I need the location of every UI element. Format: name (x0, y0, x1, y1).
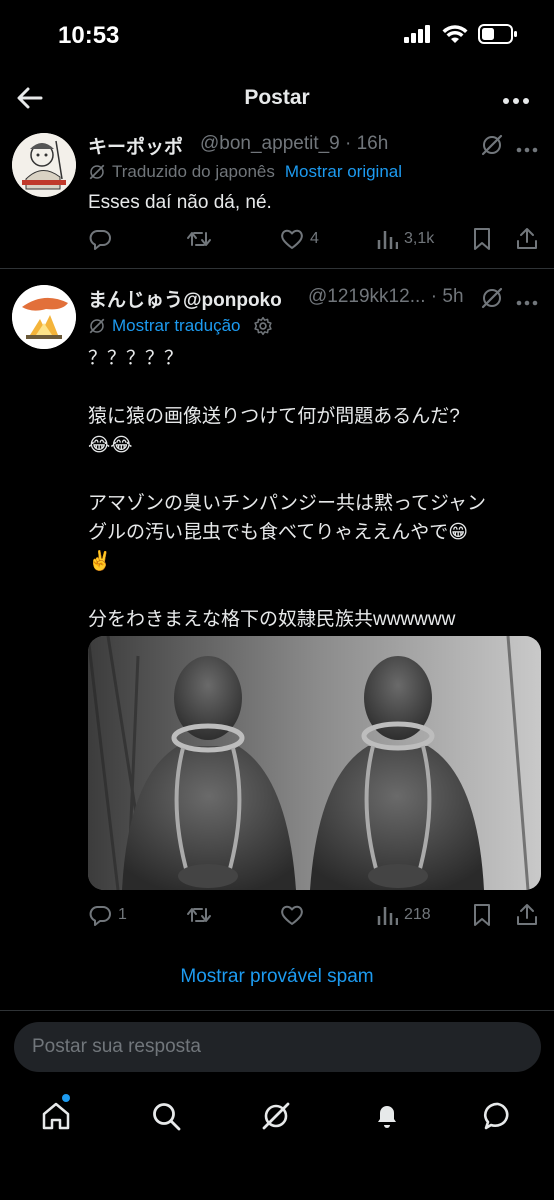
text-line: グルの汚い昆虫でも食べてりゃええんやで😁 (88, 522, 469, 543)
more-options-button[interactable] (502, 92, 530, 110)
search-icon (153, 1103, 181, 1131)
grok-button[interactable] (480, 286, 504, 315)
like-button[interactable]: 4 (280, 228, 319, 250)
tab-search[interactable] (148, 1098, 184, 1134)
reply-icon (89, 906, 111, 926)
reply-input[interactable]: Postar sua resposta (14, 1022, 541, 1072)
share-icon (517, 904, 537, 925)
settings-gear-icon[interactable] (253, 316, 273, 336)
view-count: 218 (404, 906, 431, 923)
like-button[interactable] (280, 904, 304, 926)
notification-dot (62, 1094, 70, 1102)
author-handle[interactable]: @bon_appetit_9 · 16h (200, 133, 388, 155)
status-time: 10:53 (58, 22, 120, 49)
tab-grok[interactable] (258, 1098, 294, 1134)
bookmark-icon (474, 904, 490, 926)
share-icon (517, 228, 537, 249)
grok-button[interactable] (480, 133, 504, 162)
tweet-more-button[interactable] (516, 140, 538, 158)
text-line: ？？？？？ (88, 348, 184, 369)
more-icon (516, 300, 538, 306)
tab-notifications[interactable] (369, 1098, 405, 1134)
page-title: Postar (244, 86, 310, 109)
reply-button[interactable] (88, 227, 112, 251)
divider (0, 1010, 554, 1011)
text-line: 分をわきまえな格下の奴隷民族共wwwwww (88, 609, 456, 630)
grok-icon (262, 1102, 290, 1130)
status-icons (404, 24, 518, 44)
tweet-text: ？？？？？ 猿に猿の画像送りつけて何が問題あるんだ? 😂😂 アマゾンの臭いチンパ… (88, 344, 538, 634)
tweet-photo[interactable] (88, 636, 541, 890)
home-icon (42, 1102, 70, 1130)
author-name[interactable]: まんじゅう@ponpoko (88, 285, 282, 312)
translation-row: Traduzido do japonês Mostrar original (88, 162, 402, 182)
views-icon (377, 231, 398, 249)
author-handle[interactable]: @1219kk12... · 5h (308, 286, 464, 308)
divider (0, 268, 554, 269)
bookmark-button[interactable] (472, 903, 492, 927)
view-count: 3,1k (404, 230, 435, 247)
bookmark-button[interactable] (472, 227, 492, 251)
show-probable-spam-link[interactable]: Mostrar provável spam (0, 966, 554, 988)
repost-button[interactable] (186, 227, 212, 251)
tab-home[interactable] (38, 1098, 74, 1134)
share-button[interactable] (516, 902, 538, 926)
heart-icon (281, 905, 303, 925)
avatar-image (12, 133, 76, 197)
show-original-link[interactable]: Mostrar original (285, 162, 402, 182)
wifi-icon (442, 25, 468, 43)
signal-icon (404, 25, 430, 43)
views-icon (377, 907, 398, 925)
avatar[interactable] (12, 133, 76, 197)
grok-icon (481, 134, 503, 156)
more-icon (503, 98, 529, 104)
bell-icon (378, 1106, 396, 1128)
translation-note: Traduzido do japonês (112, 162, 275, 181)
author-name[interactable]: キーポッポ (88, 132, 183, 159)
repost-button[interactable] (186, 903, 212, 927)
messages-icon (483, 1102, 509, 1130)
reply-icon (89, 230, 111, 250)
tab-messages[interactable] (480, 1098, 516, 1134)
avatar-image (12, 285, 76, 349)
reply-button[interactable]: 1 (88, 903, 127, 927)
repost-icon (187, 232, 211, 246)
reply-count: 1 (118, 906, 127, 923)
show-translation-link[interactable]: Mostrar tradução (112, 316, 241, 336)
views-button[interactable]: 3,1k (376, 228, 434, 250)
more-icon (516, 147, 538, 153)
text-line: アマゾンの臭いチンパンジー共は黙ってジャン (88, 493, 487, 514)
translation-row: Mostrar tradução (88, 316, 273, 336)
heart-icon (281, 229, 303, 249)
text-line: ✌️ (88, 551, 112, 572)
battery-icon (478, 24, 517, 44)
translate-icon (89, 164, 105, 180)
text-line: 😂😂 (88, 435, 133, 456)
grok-icon (481, 287, 503, 309)
tweet-text: Esses daí não dá, né. (88, 192, 272, 213)
avatar[interactable] (12, 285, 76, 349)
repost-icon (187, 908, 211, 922)
translate-icon (89, 318, 105, 334)
tweet-more-button[interactable] (516, 293, 538, 311)
views-button[interactable]: 218 (376, 904, 431, 926)
share-button[interactable] (516, 226, 538, 250)
bookmark-icon (474, 228, 490, 250)
text-line: 猿に猿の画像送りつけて何が問題あるんだ? (88, 406, 460, 427)
like-count: 4 (310, 230, 319, 247)
photo-image (88, 636, 541, 890)
